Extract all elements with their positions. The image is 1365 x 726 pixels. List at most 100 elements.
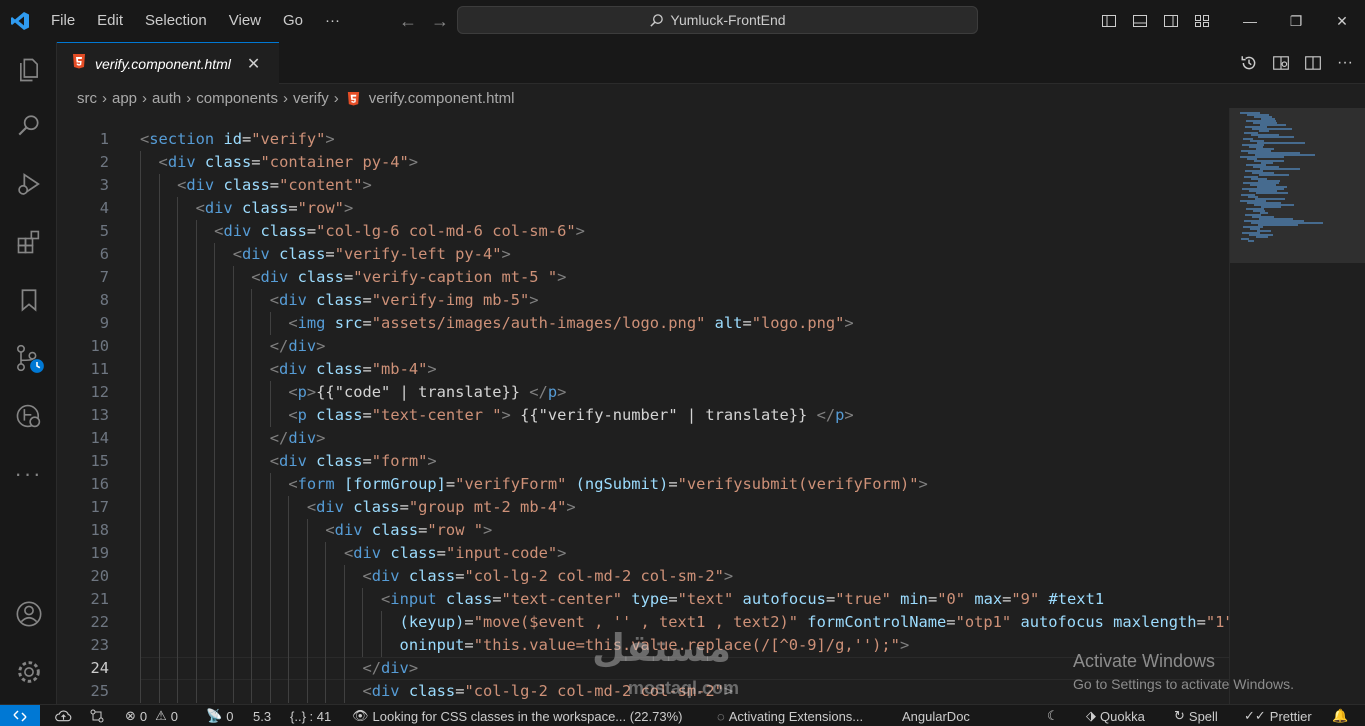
code-line[interactable]: 10 </div> (57, 335, 1229, 358)
editor-tabs: verify.component.html ✕ ··· (57, 42, 1365, 84)
code-line[interactable]: 11 <div class="mb-4"> (57, 358, 1229, 381)
tab-close-icon[interactable]: ✕ (247, 54, 260, 74)
open-preview-icon[interactable] (1271, 53, 1291, 73)
extensions-status[interactable]: ◌ Activating Extensions... (717, 705, 863, 726)
code-line[interactable]: 6 <div class="verify-left py-4"> (57, 243, 1229, 266)
more-actions-icon[interactable]: ··· (1335, 53, 1355, 73)
menu-go[interactable]: Go (272, 0, 314, 42)
indent-guide (214, 312, 216, 335)
timeline-history-icon[interactable] (1239, 53, 1259, 73)
indent-guide (195, 404, 197, 427)
ports-indicator[interactable]: 📡 0 (206, 705, 233, 726)
back-arrow-icon[interactable]: ← (399, 11, 417, 32)
explorer-icon[interactable] (0, 46, 57, 94)
menu-selection[interactable]: Selection (134, 0, 218, 42)
toggle-panel-icon[interactable] (1124, 0, 1155, 42)
code-line[interactable]: 20 <div class="col-lg-2 col-md-2 col-sm-2… (57, 565, 1229, 588)
breadcrumb-verify[interactable]: verify (293, 90, 329, 107)
indent-guide (158, 220, 160, 243)
source-control-icon[interactable] (0, 334, 57, 382)
restore-icon[interactable]: ❐ (1273, 0, 1319, 42)
menu-file[interactable]: File (40, 0, 86, 42)
quokka-status[interactable]: ⬗ Quokka (1086, 705, 1145, 726)
breadcrumb-auth[interactable]: auth (152, 90, 181, 107)
code-token: "row " (427, 521, 483, 539)
code-token: = (1196, 613, 1206, 631)
indent-guide (140, 151, 141, 174)
code-line[interactable]: 17 <div class="group mt-2 mb-4"> (57, 496, 1229, 519)
remote-indicator-icon[interactable] (0, 705, 40, 726)
code-line[interactable]: 9 <img src="assets/images/auth-images/log… (57, 312, 1229, 335)
toggle-sidebar-icon[interactable] (1093, 0, 1124, 42)
extensions-icon[interactable] (0, 218, 57, 266)
indent-guide (140, 197, 141, 220)
minimap[interactable] (1229, 108, 1365, 704)
search-icon[interactable] (0, 102, 57, 150)
breadcrumb-file[interactable]: verify.component.html (369, 90, 515, 107)
code-editor[interactable]: 1 <section id="verify"> 2 <div class="conta… (57, 128, 1229, 704)
breadcrumb-components[interactable]: components (196, 90, 278, 107)
spell-status[interactable]: ↻ Spell (1174, 705, 1218, 726)
tab-verify-component[interactable]: verify.component.html ✕ (57, 42, 279, 84)
remote-explorer-icon[interactable] (0, 392, 57, 440)
indent-guide (214, 335, 216, 358)
code-line[interactable]: 13 <p class="text-center "> {{"verify-num… (57, 404, 1229, 427)
braces-label[interactable]: {..} : 41 (290, 705, 331, 726)
cloud-sync-icon[interactable] (55, 705, 72, 726)
command-center-search[interactable]: Yumluck-FrontEnd (457, 6, 978, 34)
code-line[interactable]: 16 <form [formGroup]="verifyForm" (ngSubm… (57, 473, 1229, 496)
indent-guide (232, 634, 234, 657)
manage-gear-icon[interactable] (0, 648, 57, 696)
css-indexing-status[interactable]: 👁 Looking for CSS classes in the workspac… (352, 705, 683, 726)
menu-edit[interactable]: Edit (86, 0, 134, 42)
moon-icon[interactable]: ☾ (1047, 705, 1059, 726)
code-token: = (362, 406, 372, 424)
indent-guide (195, 427, 197, 450)
indent-guide (177, 197, 179, 220)
code-line[interactable]: 12 <p>{{"code" | translate}} </p> (57, 381, 1229, 404)
bookmarks-icon[interactable] (0, 276, 57, 324)
version-label[interactable]: 5.3 (253, 705, 271, 726)
menu-more[interactable]: ··· (314, 0, 351, 42)
code-line[interactable]: 18 <div class="row "> (57, 519, 1229, 542)
line-number: 17 (90, 498, 109, 516)
prettier-status[interactable]: ✓✓ Prettier (1244, 705, 1312, 726)
code-line[interactable]: 3 <div class="content"> (57, 174, 1229, 197)
code-line[interactable]: 1 <section id="verify"> (57, 128, 1229, 151)
code-line[interactable]: 21 <input class="text-center" type="text"… (57, 588, 1229, 611)
problems-indicator[interactable]: ⊗ 0 ⚠ 0 (125, 705, 178, 726)
minimap-line (1261, 206, 1281, 208)
angulardoc-label[interactable]: AngularDoc (902, 705, 970, 726)
code-line[interactable]: 5 <div class="col-lg-6 col-md-6 col-sm-6"… (57, 220, 1229, 243)
account-icon[interactable] (0, 590, 57, 638)
customize-layout-icon[interactable] (1186, 0, 1217, 42)
toggle-secondary-sidebar-icon[interactable] (1155, 0, 1186, 42)
notifications-bell-icon[interactable]: 🔔 (1332, 705, 1348, 726)
code-line[interactable]: 15 <div class="form"> (57, 450, 1229, 473)
breadcrumb-app[interactable]: app (112, 90, 137, 107)
code-line[interactable]: 19 <div class="input-code"> (57, 542, 1229, 565)
run-debug-icon[interactable] (0, 160, 57, 208)
code-line[interactable]: 7 <div class="verify-caption mt-5 "> (57, 266, 1229, 289)
close-window-icon[interactable]: ✕ (1319, 0, 1365, 42)
breadcrumb-src[interactable]: src (77, 90, 97, 107)
split-editor-icon[interactable] (1303, 53, 1323, 73)
chevron-right-icon: › (102, 89, 107, 107)
code-line[interactable]: 2 <div class="container py-4"> (57, 151, 1229, 174)
mostaql-watermark: مستقل mostaql.com (592, 626, 739, 698)
code-line[interactable]: 4 <div class="row"> (57, 197, 1229, 220)
more-views-icon[interactable]: ··· (0, 450, 57, 498)
code-token: > (918, 475, 928, 493)
line-number: 9 (99, 314, 109, 332)
menu-view[interactable]: View (218, 0, 272, 42)
line-number: 5 (99, 222, 109, 240)
code-token: = (464, 636, 474, 654)
forward-arrow-icon[interactable]: → (431, 11, 449, 32)
code-line[interactable]: 14 </div> (57, 427, 1229, 450)
indent-guide (158, 243, 160, 266)
code-line[interactable]: 8 <div class="verify-img mb-5"> (57, 289, 1229, 312)
indent-guide (177, 243, 179, 266)
minimize-icon[interactable]: — (1227, 0, 1273, 42)
git-compare-icon[interactable] (89, 705, 105, 726)
